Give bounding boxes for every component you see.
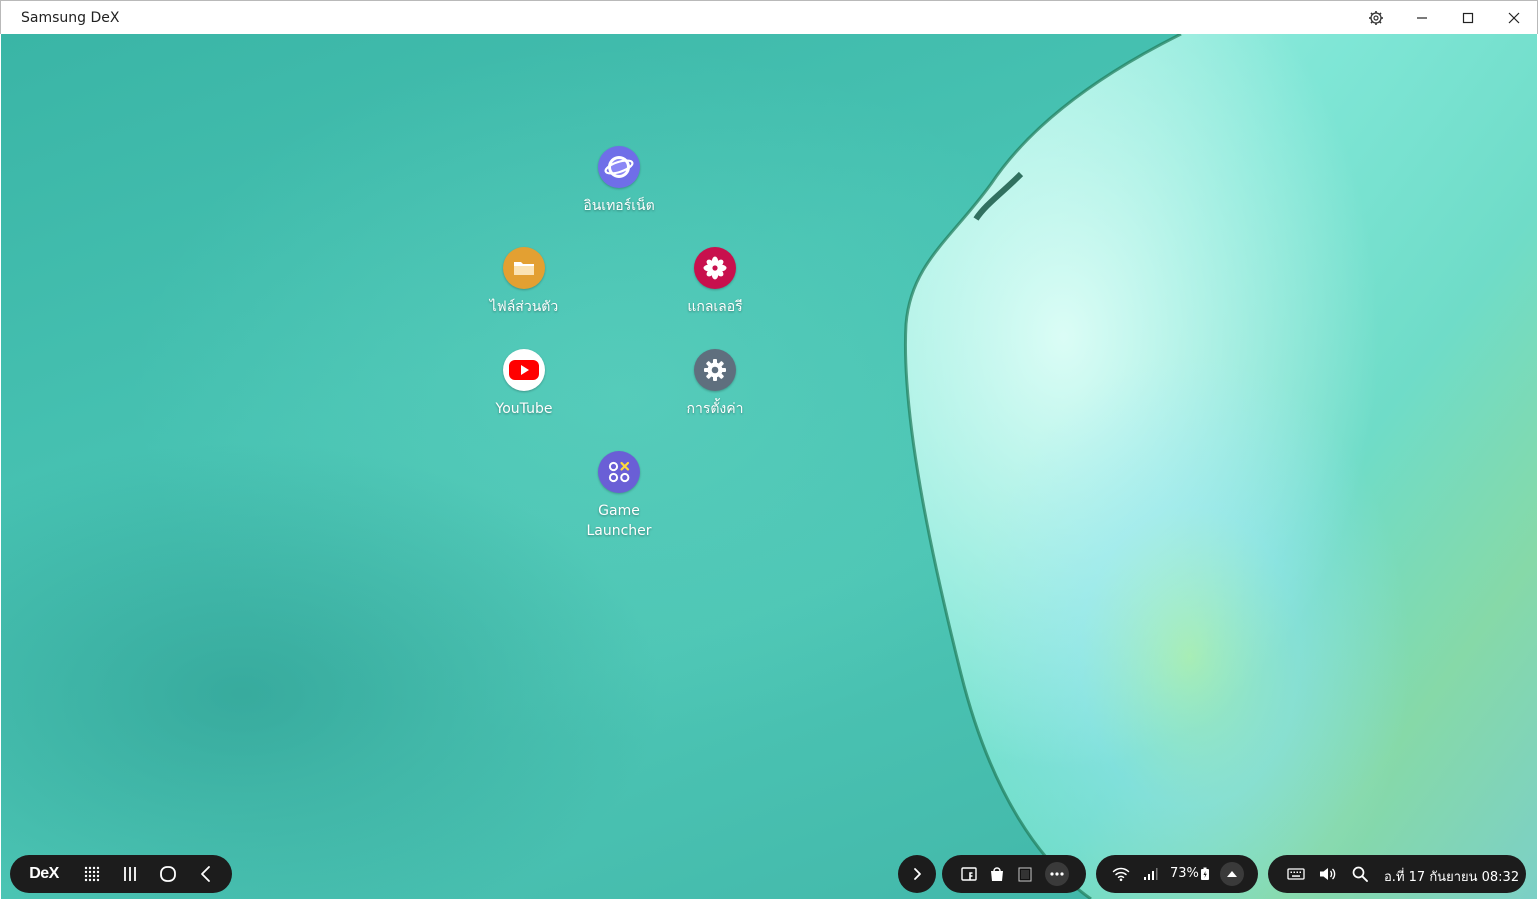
youtube-icon	[503, 349, 545, 391]
back-button[interactable]	[192, 855, 220, 893]
app-gallery[interactable]: แกลเลอรี	[655, 247, 775, 317]
back-icon	[201, 866, 210, 882]
settings-icon	[1369, 11, 1383, 25]
my-files-icon	[503, 247, 545, 289]
pinned-store[interactable]	[984, 855, 1010, 893]
app-label: YouTube	[495, 401, 553, 417]
search-icon	[1352, 866, 1368, 882]
gallery-icon	[694, 247, 736, 289]
taskbar-status[interactable]: 73%	[1096, 855, 1258, 893]
keyboard-icon	[1287, 868, 1305, 880]
app-label-line1: Game	[598, 503, 640, 519]
wifi-status	[1110, 855, 1132, 893]
expand-arrow-icon	[914, 868, 921, 880]
app-label-line2: Launcher	[586, 523, 652, 539]
apps-button[interactable]	[78, 855, 106, 893]
volume-button[interactable]	[1316, 855, 1340, 893]
recents-button[interactable]	[116, 855, 144, 893]
close-icon	[1508, 12, 1520, 24]
pinned-facebook[interactable]	[956, 855, 982, 893]
maximize-button[interactable]	[1445, 1, 1491, 35]
settings-icon	[694, 349, 736, 391]
battery-status	[1198, 855, 1212, 893]
taskbar-pinned-apps	[942, 855, 1086, 893]
game-launcher-icon	[598, 451, 640, 493]
app-label: Game Launcher	[559, 501, 679, 541]
app-internet[interactable]: อินเทอร์เน็ต	[559, 146, 679, 216]
expand-pinned-button[interactable]	[898, 855, 936, 893]
more-icon	[1045, 862, 1069, 886]
app-youtube[interactable]: YouTube	[464, 349, 584, 419]
desktop-wallpaper: อินเทอร์เน็ต ไฟล์ส่วนตัว แกลเลอรี YouTub…	[1, 34, 1537, 899]
taskbar-system: อ.ที่ 17 กันยายน 08:32	[1268, 855, 1526, 893]
app-game-launcher[interactable]: Game Launcher	[559, 451, 679, 541]
battery-icon	[1201, 867, 1209, 880]
minimize-button[interactable]	[1399, 1, 1445, 35]
close-button[interactable]	[1491, 1, 1537, 35]
app-label: ไฟล์ส่วนตัว	[489, 299, 559, 315]
pinned-more[interactable]	[1042, 855, 1072, 893]
phone-app-icon	[1018, 867, 1032, 882]
home-icon	[160, 866, 176, 882]
taskbar-navigation: DeX	[10, 855, 232, 893]
maximize-icon	[1462, 12, 1474, 24]
notification-panel-icon	[1220, 862, 1244, 886]
dex-logo: DeX	[29, 865, 59, 882]
app-label: อินเทอร์เน็ต	[583, 198, 655, 214]
app-label: การตั้งค่า	[686, 401, 744, 417]
pinned-phone-app[interactable]	[1012, 855, 1038, 893]
volume-icon	[1320, 868, 1336, 880]
keyboard-button[interactable]	[1284, 855, 1308, 893]
wifi-icon	[1112, 867, 1130, 882]
search-button[interactable]	[1348, 855, 1372, 893]
facebook-icon	[961, 867, 977, 881]
store-bag-icon	[991, 867, 1003, 881]
battery-percentage: 73%	[1170, 866, 1199, 881]
window-titlebar: Samsung DeX	[0, 0, 1538, 34]
dex-button[interactable]: DeX	[24, 855, 64, 893]
window-title: Samsung DeX	[21, 10, 120, 26]
recents-icon	[124, 867, 136, 881]
expand-arrow-wrap	[898, 855, 936, 893]
app-my-files[interactable]: ไฟล์ส่วนตัว	[464, 247, 584, 317]
notification-panel-button[interactable]	[1218, 855, 1246, 893]
app-label: แกลเลอรี	[687, 299, 743, 315]
wallpaper-droplet-shape	[903, 34, 1537, 899]
home-button[interactable]	[154, 855, 182, 893]
signal-icon	[1144, 868, 1158, 880]
settings-button[interactable]	[1353, 1, 1399, 35]
minimize-icon	[1417, 17, 1427, 19]
signal-status	[1140, 855, 1160, 893]
clock[interactable]: อ.ที่ 17 กันยายน 08:32	[1384, 866, 1519, 887]
app-settings[interactable]: การตั้งค่า	[655, 349, 775, 419]
apps-grid-icon	[84, 866, 100, 882]
samsung-internet-icon	[598, 146, 640, 188]
